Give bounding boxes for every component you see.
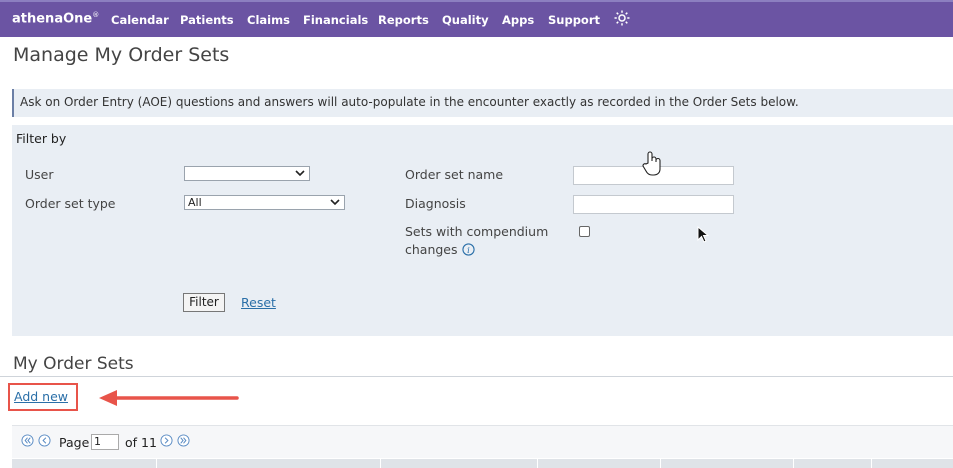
page-number-input[interactable]: 1 xyxy=(91,434,119,450)
info-icon[interactable]: i xyxy=(461,243,475,256)
nav-claims[interactable]: Claims xyxy=(247,13,290,27)
athenaone-logo[interactable]: athenaOne® xyxy=(12,11,99,26)
order-set-type-label: Order set type xyxy=(25,196,116,211)
nav-financials[interactable]: Financials xyxy=(303,13,368,27)
reset-link[interactable]: Reset xyxy=(241,295,276,310)
filter-title: Filter by xyxy=(16,131,67,146)
table-column-divider xyxy=(156,459,157,468)
svg-text:i: i xyxy=(467,245,470,255)
annotation-arrow-icon xyxy=(99,390,239,406)
order-set-type-value: All xyxy=(188,196,202,209)
last-page-icon[interactable] xyxy=(177,434,190,447)
hand-cursor-icon xyxy=(642,151,661,176)
table-column-divider xyxy=(793,459,794,468)
gear-icon[interactable] xyxy=(613,9,631,27)
page-title: Manage My Order Sets xyxy=(13,44,230,66)
compendium-label-line1: Sets with compendium xyxy=(405,224,549,239)
compendium-label-line2: changes i xyxy=(405,242,475,257)
table-column-divider xyxy=(380,459,381,468)
table-column-divider xyxy=(871,459,872,468)
nav-support[interactable]: Support xyxy=(548,13,600,27)
filter-panel: Filter by User Order set type All Order … xyxy=(12,125,953,336)
order-set-name-label: Order set name xyxy=(405,167,504,182)
filter-button[interactable]: Filter xyxy=(183,293,225,312)
top-nav-bar: athenaOne® Calendar Patients Claims Fina… xyxy=(0,0,953,37)
table-column-divider xyxy=(537,459,538,468)
user-select[interactable] xyxy=(184,166,310,181)
diagnosis-label: Diagnosis xyxy=(405,196,466,211)
next-page-icon[interactable] xyxy=(160,434,173,447)
compendium-label-text: changes xyxy=(405,242,458,257)
add-new-link[interactable]: Add new xyxy=(14,389,68,404)
chevron-down-icon xyxy=(295,170,305,177)
aoe-notice-banner: Ask on Order Entry (AOE) questions and a… xyxy=(12,89,953,117)
arrow-cursor-icon xyxy=(697,226,709,243)
nav-patients[interactable]: Patients xyxy=(180,13,234,27)
order-sets-table-header xyxy=(12,459,953,468)
nav-apps[interactable]: Apps xyxy=(502,13,534,27)
nav-quality[interactable]: Quality xyxy=(442,13,489,27)
nav-calendar[interactable]: Calendar xyxy=(111,13,169,27)
first-page-icon[interactable] xyxy=(21,434,34,447)
previous-page-icon[interactable] xyxy=(38,434,51,447)
chevron-down-icon xyxy=(330,199,340,206)
diagnosis-input[interactable] xyxy=(573,195,734,214)
pagination-bar: Page 1 of 11 xyxy=(12,425,953,458)
nav-reports[interactable]: Reports xyxy=(378,13,429,27)
my-order-sets-title: My Order Sets xyxy=(13,354,134,374)
table-column-divider xyxy=(660,459,661,468)
order-set-type-select[interactable]: All xyxy=(184,195,345,210)
page-label: Page xyxy=(59,435,90,450)
user-label: User xyxy=(25,167,54,182)
page-count: of 11 xyxy=(125,435,157,450)
add-new-highlight: Add new xyxy=(8,383,78,411)
aoe-notice-text: Ask on Order Entry (AOE) questions and a… xyxy=(20,95,799,109)
compendium-changes-checkbox[interactable] xyxy=(579,226,590,237)
section-divider xyxy=(0,376,953,377)
